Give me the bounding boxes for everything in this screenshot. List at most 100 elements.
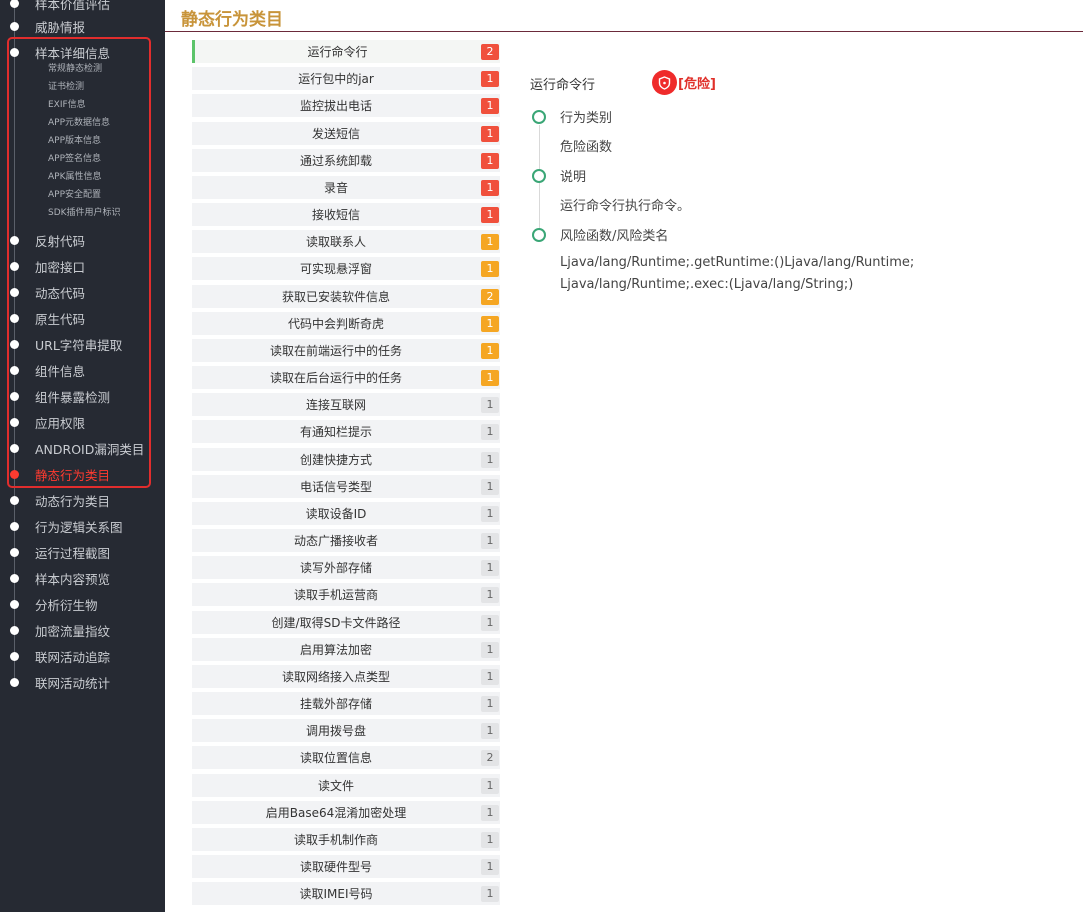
nav-item-native-code[interactable]: 原生代码 xyxy=(0,307,165,329)
category-row[interactable]: 有通知栏提示 1 xyxy=(192,420,500,444)
nav-item-network-tracking[interactable]: 联网活动追踪 xyxy=(0,645,165,667)
category-row[interactable]: 运行命令行 2 xyxy=(192,40,500,63)
nav-item-reflection[interactable]: 反射代码 xyxy=(0,229,165,251)
category-row[interactable]: 读取在前端运行中的任务 1 xyxy=(192,338,500,362)
category-label: 监控拔出电话 xyxy=(299,99,372,114)
timeline-circle-icon xyxy=(532,169,546,183)
category-row[interactable]: 发送短信 1 xyxy=(192,121,500,145)
category-row[interactable]: 启用算法加密 1 xyxy=(192,637,500,661)
nav-item-static-behavior[interactable]: 静态行为类目 xyxy=(0,463,165,485)
count-badge: 1 xyxy=(481,261,499,278)
category-row[interactable]: 获取已安装软件信息 2 xyxy=(192,284,500,308)
category-row[interactable]: 可实现悬浮窗 1 xyxy=(192,257,500,281)
category-label: 录音 xyxy=(323,180,348,195)
count-badge: 1 xyxy=(481,723,499,740)
nav-item-permissions[interactable]: 应用权限 xyxy=(0,411,165,433)
category-row[interactable]: 接收短信 1 xyxy=(192,203,500,227)
sub-item-static-check[interactable]: 常规静态检测 xyxy=(48,62,102,76)
category-label: 读取在后台运行中的任务 xyxy=(269,371,402,386)
category-row[interactable]: 读取设备ID 1 xyxy=(192,501,500,525)
timeline-dot xyxy=(10,469,19,479)
sub-item-app-security[interactable]: APP安全配置 xyxy=(48,188,101,202)
category-label: 获取已安装软件信息 xyxy=(281,289,390,304)
timeline-dot xyxy=(10,287,19,297)
count-badge: 2 xyxy=(481,750,499,767)
category-row[interactable]: 创建快捷方式 1 xyxy=(192,447,500,471)
category-label: 读取IMEI号码 xyxy=(299,887,373,902)
category-label: 运行包中的jar xyxy=(298,72,374,87)
category-row[interactable]: 监控拔出电话 1 xyxy=(192,94,500,118)
field-value-risk-functions: Ljava/lang/Runtime;.getRuntime:()Ljava/l… xyxy=(560,252,914,296)
sub-item-cert-check[interactable]: 证书检测 xyxy=(48,80,84,94)
category-row[interactable]: 读文件 1 xyxy=(192,773,500,797)
count-badge: 1 xyxy=(481,859,499,876)
nav-item-threat-intel[interactable]: 威胁情报 xyxy=(0,15,165,37)
category-row[interactable]: 读取位置信息 2 xyxy=(192,746,500,770)
category-row[interactable]: 读取IMEI号码 1 xyxy=(192,882,500,906)
timeline-dot xyxy=(10,365,19,375)
nav-item-dynamic-behavior[interactable]: 动态行为类目 xyxy=(0,489,165,511)
category-row[interactable]: 电话信号类型 1 xyxy=(192,474,500,498)
count-badge: 1 xyxy=(481,533,499,550)
category-row[interactable]: 调用拨号盘 1 xyxy=(192,719,500,743)
timeline-dot xyxy=(10,677,19,687)
category-row[interactable]: 通过系统卸载 1 xyxy=(192,148,500,172)
nav-item-sample-details[interactable]: 样本详细信息 xyxy=(0,41,165,63)
category-row[interactable]: 启用Base64混淆加密处理 1 xyxy=(192,800,500,824)
category-row[interactable]: 连接互联网 1 xyxy=(192,393,500,417)
category-row[interactable]: 创建/取得SD卡文件路径 1 xyxy=(192,610,500,634)
category-row[interactable]: 读取手机制作商 1 xyxy=(192,827,500,851)
nav-item-value-assessment[interactable]: 样本价值评估 xyxy=(0,0,165,14)
category-row[interactable]: 运行包中的jar 1 xyxy=(192,67,500,91)
page-title: 静态行为类目 xyxy=(181,10,283,30)
sub-item-app-version[interactable]: APP版本信息 xyxy=(48,134,101,148)
count-badge: 1 xyxy=(481,451,499,468)
sub-item-sdk-identifiers[interactable]: SDK插件用户标识 xyxy=(48,206,121,220)
category-row[interactable]: 代码中会判断奇虎 1 xyxy=(192,311,500,335)
nav-item-android-vulns[interactable]: ANDROID漏洞类目 xyxy=(0,437,165,459)
sub-item-app-signature[interactable]: APP签名信息 xyxy=(48,152,101,166)
category-row[interactable]: 挂载外部存储 1 xyxy=(192,692,500,716)
nav-item-component-exposure[interactable]: 组件暴露检测 xyxy=(0,385,165,407)
category-label: 运行命令行 xyxy=(307,45,368,59)
nav-item-label: 行为逻辑关系图 xyxy=(35,519,123,535)
nav-item-label: 样本价值评估 xyxy=(35,0,111,12)
nav-item-behavior-graph[interactable]: 行为逻辑关系图 xyxy=(0,515,165,537)
nav-item-network-stats[interactable]: 联网活动统计 xyxy=(0,671,165,693)
nav-item-url-strings[interactable]: URL字符串提取 xyxy=(0,333,165,355)
nav-item-components[interactable]: 组件信息 xyxy=(0,359,165,381)
count-badge: 1 xyxy=(481,614,499,631)
category-row[interactable]: 读写外部存储 1 xyxy=(192,556,500,580)
nav-item-label: URL字符串提取 xyxy=(35,337,123,353)
nav-item-label: 加密流量指纹 xyxy=(35,623,111,639)
nav-item-label: 动态行为类目 xyxy=(35,493,111,509)
nav-item-content-preview[interactable]: 样本内容预览 xyxy=(0,567,165,589)
category-label: 连接互联网 xyxy=(305,398,366,413)
category-row[interactable]: 动态广播接收者 1 xyxy=(192,529,500,553)
category-row[interactable]: 读取网络接入点类型 1 xyxy=(192,664,500,688)
category-label: 读取位置信息 xyxy=(299,751,372,766)
count-badge: 1 xyxy=(481,424,499,441)
category-row[interactable]: 读取手机运营商 1 xyxy=(192,583,500,607)
timeline-dot xyxy=(10,495,19,505)
category-label: 有通知栏提示 xyxy=(299,425,372,440)
count-badge: 1 xyxy=(481,478,499,495)
timeline-dot xyxy=(10,625,19,635)
nav-item-screenshots[interactable]: 运行过程截图 xyxy=(0,541,165,563)
category-row[interactable]: 读取硬件型号 1 xyxy=(192,855,500,879)
timeline-dot xyxy=(10,443,19,453)
nav-item-crypto-api[interactable]: 加密接口 xyxy=(0,255,165,277)
sub-item-app-metadata[interactable]: APP元数据信息 xyxy=(48,116,110,130)
nav-item-traffic-fingerprint[interactable]: 加密流量指纹 xyxy=(0,619,165,641)
category-row[interactable]: 录音 1 xyxy=(192,175,500,199)
count-badge: 1 xyxy=(481,804,499,821)
sub-item-apk-attributes[interactable]: APK属性信息 xyxy=(48,170,102,184)
category-row[interactable]: 读取在后台运行中的任务 1 xyxy=(192,366,500,390)
sub-item-exif[interactable]: EXIF信息 xyxy=(48,98,86,112)
category-label: 读写外部存储 xyxy=(299,561,372,576)
category-row[interactable]: 读取联系人 1 xyxy=(192,230,500,254)
nav-item-derivatives[interactable]: 分析衍生物 xyxy=(0,593,165,615)
nav-item-dynamic-code[interactable]: 动态代码 xyxy=(0,281,165,303)
nav-item-label: 加密接口 xyxy=(35,259,86,275)
timeline-dot xyxy=(10,0,19,8)
